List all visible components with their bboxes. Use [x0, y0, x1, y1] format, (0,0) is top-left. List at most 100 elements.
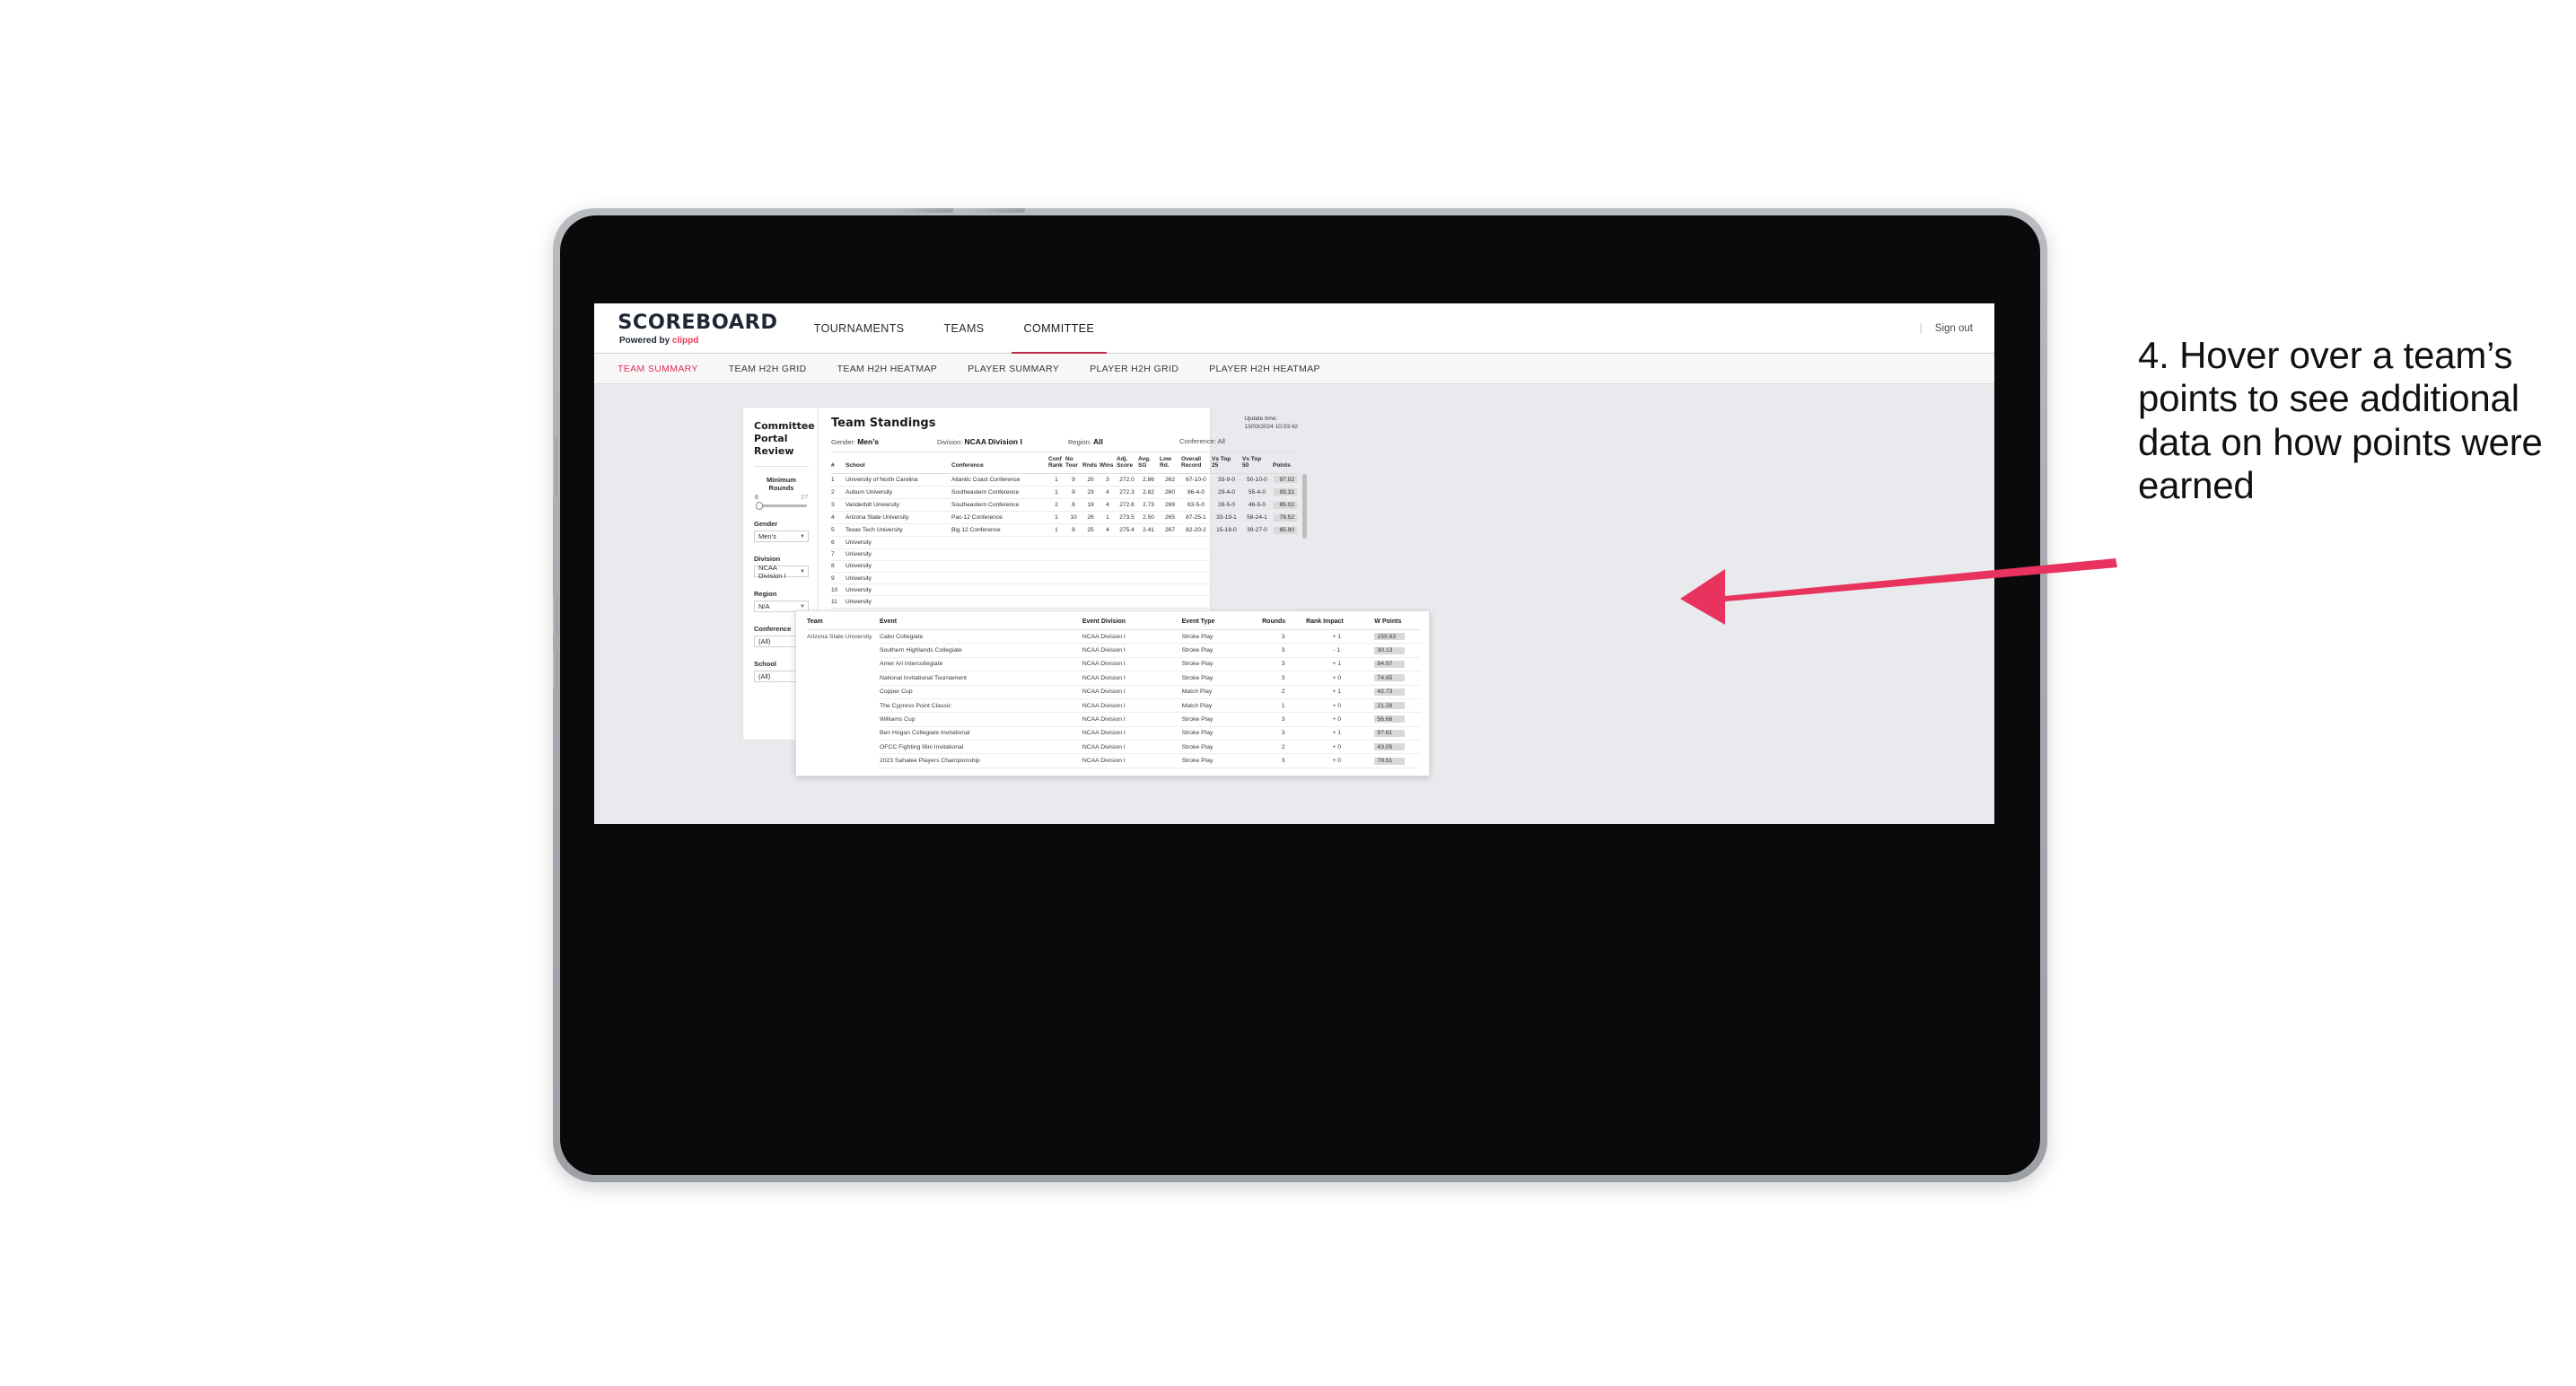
col-header-wins[interactable]: Wins: [1100, 452, 1117, 474]
points-value[interactable]: 65.90: [1274, 526, 1297, 534]
table-row[interactable]: 1 University of North Carolina Atlantic Co…: [831, 473, 1300, 487]
tooltip-w-points-value: 43.05: [1374, 743, 1406, 751]
volume-down-button[interactable]: [553, 650, 557, 689]
tooltip-col-event: Event: [879, 618, 1082, 630]
col-header-school[interactable]: School: [846, 452, 951, 474]
points-value[interactable]: 79.52: [1274, 513, 1297, 522]
cell-points[interactable]: [1273, 560, 1300, 574]
cell-points[interactable]: [1273, 595, 1300, 609]
col-header-no-tour[interactable]: No Tour: [1065, 452, 1082, 474]
cell-school: University: [846, 583, 951, 597]
tooltip-cell-rounds: 3: [1262, 753, 1307, 768]
tooltip-cell-rounds: 3: [1262, 671, 1307, 686]
col-header-vs-top-50[interactable]: Vs Top 50: [1242, 452, 1273, 474]
cell-points[interactable]: 65.90: [1273, 523, 1300, 538]
active-filter-conference-label: Conference:: [1179, 437, 1216, 445]
points-value[interactable]: 85.02: [1274, 501, 1297, 509]
filter-title-line-2: Portal Review: [754, 432, 794, 457]
cell-vs-top-50: [1242, 572, 1273, 585]
col-header-adj-score[interactable]: Adj. Score: [1117, 452, 1138, 474]
cell-low-rd: [1160, 583, 1181, 597]
power-button[interactable]: [553, 436, 557, 496]
update-time-value: 13/03/2024 10:03:42: [1244, 423, 1298, 430]
cell-rank: 4: [831, 511, 846, 525]
table-row[interactable]: 10 University: [831, 583, 1300, 597]
cell-rank: 7: [831, 548, 846, 561]
table-row[interactable]: 6 University: [831, 536, 1300, 549]
tooltip-cell-event-type: Stroke Play: [1181, 629, 1263, 645]
cell-conf-rank: 1: [1048, 523, 1065, 538]
cell-avg-sg: 2.41: [1138, 523, 1160, 538]
cell-rnds: 20: [1082, 473, 1100, 487]
tab-player-summary[interactable]: PLAYER SUMMARY: [968, 364, 1059, 374]
cell-avg-sg: 2.50: [1138, 511, 1160, 525]
tooltip-cell-rounds: 3: [1262, 643, 1307, 658]
cell-points[interactable]: [1273, 583, 1300, 597]
topnav-tournaments[interactable]: TOURNAMENTS: [794, 303, 924, 353]
cell-points[interactable]: [1273, 572, 1300, 585]
filter-gender-select[interactable]: Men’s ▼: [754, 531, 809, 543]
tooltip-cell-event-division: NCAA Division I: [1082, 643, 1182, 658]
points-value[interactable]: 97.02: [1274, 476, 1297, 484]
cell-no-tour: 8: [1065, 498, 1082, 513]
topnav-teams[interactable]: TEAMS: [924, 303, 1003, 353]
tooltip-cell-event-type: Stroke Play: [1181, 671, 1263, 686]
filter-division-select[interactable]: NCAA Division I ▼: [754, 564, 809, 580]
topnav-committee[interactable]: COMMITTEE: [1004, 303, 1115, 354]
points-value[interactable]: 93.31: [1274, 488, 1297, 496]
tab-team-h2h-grid[interactable]: TEAM H2H GRID: [729, 364, 807, 374]
cell-points[interactable]: 97.02: [1273, 473, 1300, 487]
cell-adj-score: [1117, 560, 1138, 574]
brand-tagline: Powered by clippd: [619, 336, 776, 346]
table-row[interactable]: 3 Vanderbilt University Southeastern Confe…: [831, 498, 1300, 513]
table-row[interactable]: 11 University: [831, 595, 1300, 609]
cell-low-rd: [1160, 548, 1181, 561]
cell-wins: [1100, 548, 1117, 561]
cell-points[interactable]: [1273, 536, 1300, 549]
tooltip-cell-event-division: NCAA Division I: [1082, 698, 1182, 714]
cell-low-rd: 262: [1160, 473, 1181, 487]
col-header-rank[interactable]: #: [831, 452, 846, 474]
table-row[interactable]: 5 Texas Tech University Big 12 Conference 1…: [831, 523, 1300, 538]
col-header-vs-top-25[interactable]: Vs Top 25: [1212, 452, 1242, 474]
cell-avg-sg: [1138, 583, 1160, 597]
col-header-avg-sg[interactable]: Avg. SG: [1138, 452, 1160, 474]
col-header-low-rd[interactable]: Low Rd.: [1160, 452, 1181, 474]
page-title: Team Standings: [831, 417, 936, 430]
table-vertical-scrollbar[interactable]: [1302, 474, 1307, 539]
filter-conference-value: (All): [758, 637, 771, 646]
cell-conf-rank: 2: [1048, 498, 1065, 513]
tab-player-h2h-heatmap[interactable]: PLAYER H2H HEATMAP: [1209, 364, 1320, 374]
volume-up-button[interactable]: [553, 596, 557, 636]
cell-points[interactable]: 93.31: [1273, 486, 1300, 499]
table-row[interactable]: 4 Arizona State University Pac-12 Conferen…: [831, 511, 1300, 525]
cell-vs-top-50: 55-4-0: [1242, 486, 1273, 499]
tooltip-cell-event-division: NCAA Division I: [1082, 753, 1182, 768]
filter-gender: Gender Men’s ▼: [754, 520, 809, 543]
col-header-rnds[interactable]: Rnds: [1082, 452, 1100, 474]
table-row[interactable]: 7 University: [831, 548, 1300, 561]
col-header-conference[interactable]: Conference: [951, 452, 1048, 474]
tab-team-h2h-heatmap[interactable]: TEAM H2H HEATMAP: [837, 364, 938, 374]
cell-points[interactable]: 79.52: [1273, 511, 1300, 525]
col-header-conf-rank[interactable]: Conf Rank: [1048, 452, 1065, 474]
minimum-rounds-slider-handle[interactable]: [756, 502, 763, 511]
cell-points[interactable]: 85.02: [1273, 498, 1300, 513]
cell-conf-rank: [1048, 536, 1065, 549]
tab-player-h2h-grid[interactable]: PLAYER H2H GRID: [1090, 364, 1178, 374]
table-row[interactable]: 9 University: [831, 572, 1300, 585]
table-row[interactable]: 8 University: [831, 560, 1300, 574]
brand-logo[interactable]: SCOREBOARD Powered by clippd: [594, 303, 794, 353]
cell-wins: [1100, 595, 1117, 609]
col-header-points[interactable]: Points: [1273, 452, 1300, 474]
tooltip-team-name: Arizona State University: [807, 634, 872, 641]
table-row[interactable]: 2 Auburn University Southeastern Conferenc…: [831, 486, 1300, 499]
cell-low-rd: 267: [1160, 523, 1181, 538]
minimum-rounds-slider-track[interactable]: [756, 502, 807, 511]
tooltip-cell-rank-impact: + 1: [1306, 657, 1370, 672]
tab-team-summary[interactable]: TEAM SUMMARY: [618, 364, 698, 374]
cell-points[interactable]: [1273, 548, 1300, 561]
cell-vs-top-25: [1212, 548, 1242, 561]
sign-out-link[interactable]: Sign out: [1935, 323, 1973, 334]
col-header-overall-record[interactable]: Overall Record: [1181, 452, 1212, 474]
